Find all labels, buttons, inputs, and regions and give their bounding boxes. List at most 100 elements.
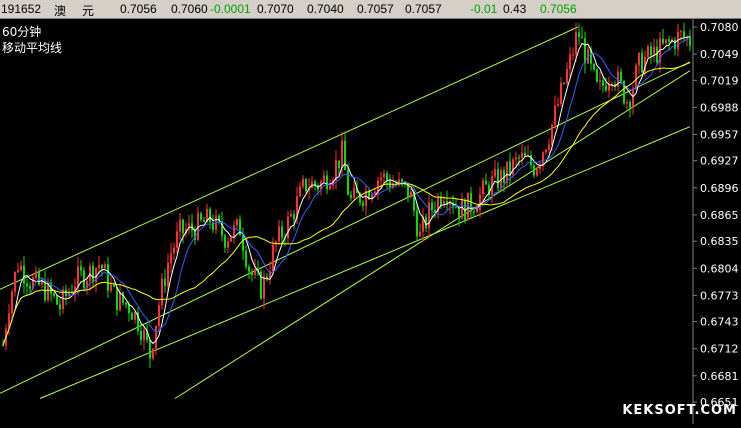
y-tick-label: 0.6681: [700, 370, 739, 383]
candle-body: [299, 186, 301, 197]
candle-body: [593, 63, 595, 70]
candle-body: [152, 348, 154, 359]
candle-body: [272, 244, 274, 272]
candle-body: [77, 266, 79, 287]
candle-body: [203, 219, 205, 223]
candle-body: [350, 194, 352, 198]
candle-body: [581, 37, 583, 39]
candle-body: [545, 149, 547, 153]
candle-body: [128, 304, 130, 314]
quote-last: 0.7056: [540, 2, 577, 16]
quote-low: 0.7040: [307, 2, 344, 16]
candle-body: [578, 32, 580, 38]
candle-body: [647, 46, 649, 57]
candle-body: [104, 264, 106, 269]
y-tick-label: 0.6773: [700, 289, 739, 302]
candle-body: [680, 31, 682, 33]
quote-ask: 0.7057: [405, 2, 442, 16]
candle-body: [173, 247, 175, 254]
candle-body: [575, 32, 577, 55]
candle-body: [338, 160, 340, 169]
candle-body: [83, 270, 85, 288]
candle-body: [116, 286, 118, 311]
candle-body: [281, 226, 283, 238]
indicator-label: 移动平均线: [2, 41, 63, 55]
candle-body: [635, 65, 637, 89]
candle-body: [662, 38, 664, 44]
quote-pct: 0.43: [503, 2, 527, 16]
period-label: 60分钟: [2, 25, 42, 39]
candle-body: [254, 268, 256, 275]
candle-body: [236, 219, 238, 226]
y-tick-label: 0.6743: [700, 316, 739, 329]
candle-body: [158, 305, 160, 326]
candle-body: [89, 265, 91, 281]
candle-body: [266, 276, 268, 279]
candle-body: [230, 237, 232, 242]
candle-body: [515, 157, 517, 160]
quote-high: 0.7070: [257, 2, 294, 16]
candle-body: [38, 271, 40, 285]
candle-body: [650, 46, 652, 56]
candle-body: [629, 102, 631, 108]
quote-name-1: 澳: [54, 4, 67, 18]
chart-area[interactable]: 0.7080 0.7049 0.7019 0.6988 0.6957 0.6927 0.68…: [0, 19, 741, 424]
candle-body: [596, 69, 598, 82]
candle-body: [626, 102, 628, 104]
candle-body: [554, 105, 556, 125]
candle-body: [548, 144, 550, 150]
candle-body: [689, 37, 691, 46]
candle-body: [110, 284, 112, 291]
candle-body: [374, 191, 376, 195]
candle-body: [167, 263, 169, 287]
candle-body: [566, 68, 568, 84]
candle-body: [251, 271, 253, 275]
quote-code: 191652: [1, 2, 42, 16]
y-tick-label: 0.6804: [700, 262, 739, 275]
candle-body: [473, 211, 475, 213]
candle-body: [329, 185, 331, 190]
y-tick-label: 0.7049: [700, 48, 739, 61]
candle-body: [53, 293, 55, 296]
candle-body: [98, 265, 100, 269]
candle-body: [569, 54, 571, 69]
candle-body: [23, 265, 25, 284]
candle-body: [26, 283, 28, 287]
y-tick-label: 0.6896: [700, 182, 739, 195]
candle-body: [347, 169, 349, 195]
candle-body: [653, 46, 655, 56]
candle-body: [155, 325, 157, 349]
price-chart[interactable]: 0.7080 0.7049 0.7019 0.6988 0.6957 0.6927 0.68…: [0, 19, 741, 424]
candle-body: [419, 231, 421, 237]
candle-body: [482, 180, 484, 195]
candle-body: [509, 161, 511, 175]
candle-body: [674, 39, 676, 49]
candle-body: [416, 210, 418, 237]
quote-name-2: 元: [82, 4, 95, 18]
candle-body: [641, 52, 643, 73]
candle-body: [59, 304, 61, 310]
candle-body: [494, 169, 496, 177]
y-tick-label: 0.6927: [700, 155, 739, 168]
candle-body: [620, 71, 622, 82]
candle-body: [209, 209, 211, 223]
candle-body: [602, 80, 604, 86]
watermark: KEKSOFT.COM: [622, 403, 737, 418]
candle-body: [290, 214, 292, 217]
candle-body: [335, 160, 337, 180]
candle-body: [149, 339, 151, 359]
candle-body: [551, 124, 553, 145]
candle-body: [683, 31, 685, 38]
candle-body: [17, 269, 19, 272]
candle-body: [323, 175, 325, 182]
y-tick-label: 0.6865: [700, 209, 739, 222]
quote-change2: -0.01: [470, 2, 498, 16]
candle-body: [533, 165, 535, 176]
candle-body: [524, 152, 526, 157]
candle-body: [341, 140, 343, 169]
candle-body: [113, 284, 115, 287]
candle-body: [233, 225, 235, 238]
quote-change: -0.0001: [210, 2, 251, 16]
candle-body: [119, 292, 121, 311]
candle-body: [410, 191, 412, 198]
